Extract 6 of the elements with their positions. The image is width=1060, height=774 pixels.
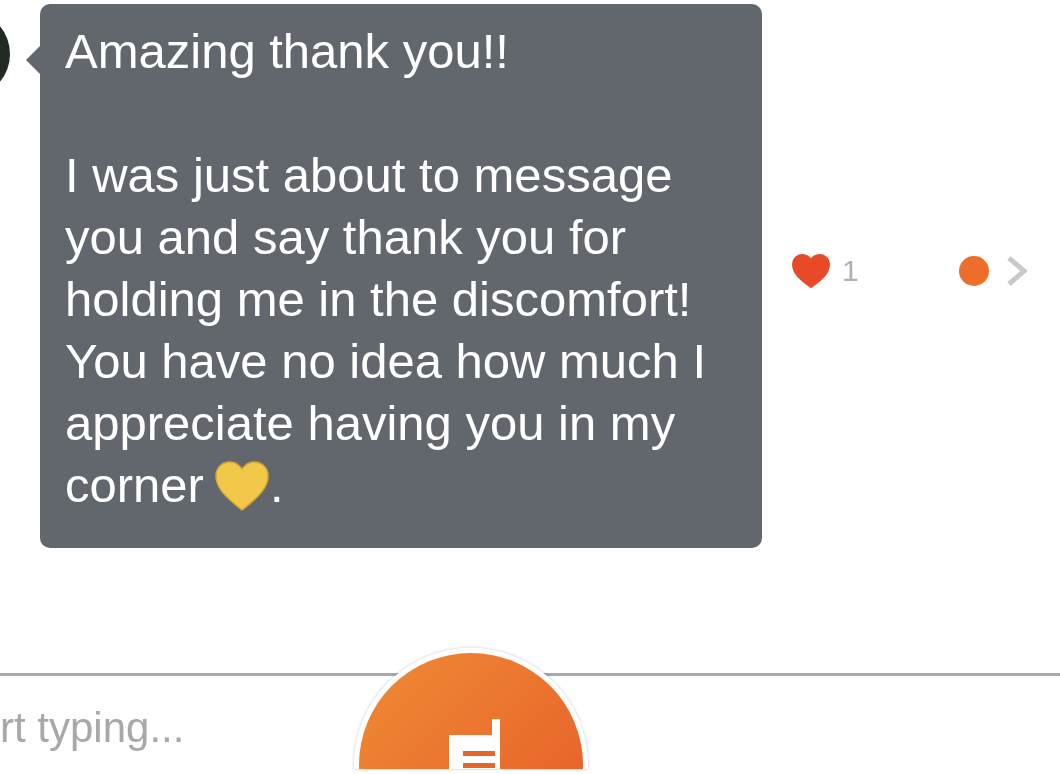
message-text: I was just about to message you and say thank you for holding me in the discomfort! You have no idea how much I appreciate having you in my corner .	[65, 147, 708, 514]
like-heart-icon[interactable]	[792, 254, 830, 288]
message-input[interactable]: rt typing...	[0, 704, 320, 753]
status-dot	[958, 256, 989, 286]
like-count: 1	[842, 254, 859, 288]
message-text: Amazing thank you!!	[65, 23, 510, 80]
